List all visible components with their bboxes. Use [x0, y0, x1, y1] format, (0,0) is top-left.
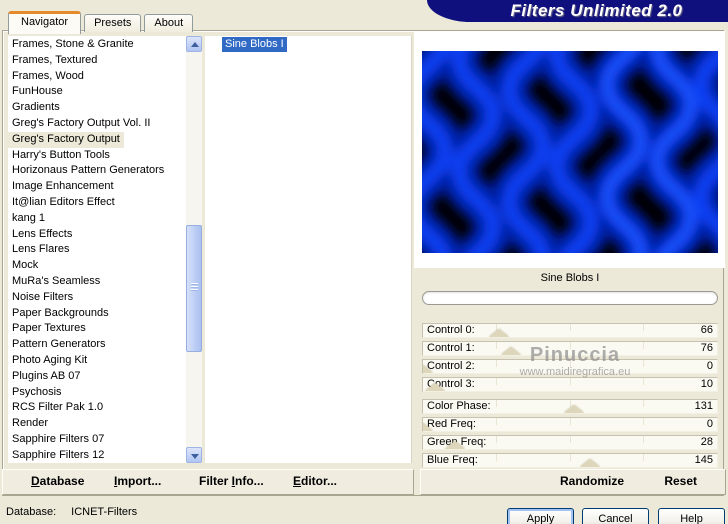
slider-row[interactable]: Color Phase: 131	[422, 399, 718, 414]
list-item[interactable]: Paper Textures	[8, 321, 185, 337]
slider-label: Control 0:	[427, 324, 475, 336]
selected-filter-name: Sine Blobs I	[540, 272, 600, 284]
list-item[interactable]: RCS Filter Pak 1.0	[8, 400, 185, 416]
list-item[interactable]: Harry's Button Tools	[8, 148, 185, 164]
apply-button[interactable]: Apply	[507, 508, 574, 524]
editor-button[interactable]: Editor...	[293, 470, 337, 493]
list-item[interactable]: Frames, Textured	[8, 53, 185, 69]
scroll-up-button[interactable]	[186, 36, 202, 52]
list-item[interactable]: Frames, Stone & Granite	[8, 37, 185, 53]
list-item[interactable]: Sapphire Filters 12	[8, 448, 185, 463]
scroll-down-icon	[191, 454, 199, 459]
list-item[interactable]: Pattern Generators	[8, 337, 185, 353]
slider-thumb[interactable]	[423, 365, 433, 373]
slider-row[interactable]: Green Freq: 28	[422, 435, 718, 450]
progress-bar	[422, 291, 718, 305]
scroll-down-button[interactable]	[186, 447, 202, 463]
status-database-name: ICNET-Filters	[71, 506, 138, 518]
slider-value: 76	[700, 342, 713, 354]
list-item[interactable]: Lens Flares	[8, 242, 185, 258]
list-item[interactable]: Plugins AB 07	[8, 369, 185, 385]
navigator-scrollbar[interactable]	[186, 36, 202, 463]
slider-label: Control 1:	[427, 342, 475, 354]
slider-thumb[interactable]	[424, 383, 445, 391]
list-item[interactable]: Psychosis	[8, 385, 185, 401]
navigator-listbox: Frames, Stone & Granite Frames, Textured F…	[8, 36, 202, 463]
list-item[interactable]: Horizonaus Pattern Generators	[8, 163, 185, 179]
status-label: Database:	[6, 506, 57, 518]
scrollbar-thumb[interactable]	[186, 225, 202, 352]
cancel-button[interactable]: Cancel	[582, 508, 649, 524]
list-item[interactable]: Mock	[8, 258, 185, 274]
filter-info-button[interactable]: Filter Info...	[199, 470, 264, 493]
slider-thumb[interactable]	[564, 405, 585, 413]
slider-row[interactable]: Control 2: 0	[422, 359, 718, 374]
help-button[interactable]: Help	[658, 508, 725, 524]
filter-list-item[interactable]: Sine Blobs I	[222, 37, 287, 52]
slider-row[interactable]: Control 1: 76	[422, 341, 718, 356]
tab-bar: Navigator Presets About	[8, 11, 194, 34]
slider-row[interactable]: Control 0: 66	[422, 323, 718, 338]
tab-about[interactable]: About	[144, 14, 194, 32]
list-item[interactable]: It@lian Editors Effect	[8, 195, 185, 211]
slider-row[interactable]: Blue Freq: 145	[422, 453, 718, 468]
filter-listbox: Sine Blobs I	[205, 36, 412, 463]
list-item[interactable]: Lens Effects	[8, 227, 185, 243]
list-item[interactable]: Frames, Wood	[8, 69, 185, 85]
list-item[interactable]: Render	[8, 416, 185, 432]
import-button[interactable]: Import...	[114, 470, 161, 493]
slider-thumb[interactable]	[445, 441, 466, 449]
list-item[interactable]: Sapphire Filters 07	[8, 432, 185, 448]
slider-value: 66	[700, 324, 713, 336]
tab-navigator[interactable]: Navigator	[8, 11, 82, 34]
list-item[interactable]: Greg's Factory Output	[8, 131, 124, 148]
navigator-item-list: Frames, Stone & Granite Frames, Textured F…	[8, 37, 185, 463]
filter-preview-image[interactable]	[422, 51, 718, 253]
slider-label: Blue Freq:	[427, 454, 478, 466]
app-title: Filters Unlimited 2.0	[510, 1, 683, 20]
list-item[interactable]: Photo Aging Kit	[8, 353, 185, 369]
slider-thumb[interactable]	[489, 329, 510, 337]
status-bar: Database: ICNET-Filters	[6, 504, 137, 520]
slider-value: 0	[706, 418, 713, 430]
slider-thumb[interactable]	[423, 423, 433, 431]
tab-presets[interactable]: Presets	[84, 14, 142, 32]
slider-value: 131	[694, 400, 713, 412]
list-item[interactable]: Gradients	[8, 100, 185, 116]
slider-value: 145	[694, 454, 713, 466]
slider-label: Control 2:	[427, 360, 475, 372]
right-toolbar: Randomize Reset	[420, 469, 726, 495]
list-item[interactable]: Paper Backgrounds	[8, 306, 185, 322]
list-item[interactable]: FunHouse	[8, 84, 185, 100]
slider-value: 10	[700, 378, 713, 390]
database-button[interactable]: Database	[31, 470, 84, 493]
slider-label: Color Phase:	[427, 400, 491, 412]
title-banner: Filters Unlimited 2.0	[427, 0, 728, 22]
scroll-up-icon	[191, 42, 199, 47]
slider-row[interactable]: Red Freq: 0	[422, 417, 718, 432]
list-item[interactable]: Greg's Factory Output Vol. II	[8, 116, 185, 132]
list-item[interactable]: MuRa's Seamless	[8, 274, 185, 290]
list-item[interactable]: Image Enhancement	[8, 179, 185, 195]
slider-stack: Control 0: 66 Control 1: 76 Control 2: 0 Contr…	[422, 323, 718, 471]
slider-value: 28	[700, 436, 713, 448]
randomize-button[interactable]: Randomize	[560, 470, 624, 493]
slider-thumb[interactable]	[500, 347, 521, 355]
filters-unlimited-dialog: Filters Unlimited 2.0 Navigator Presets …	[0, 0, 728, 524]
slider-label: Red Freq:	[427, 418, 476, 430]
reset-button[interactable]: Reset	[664, 470, 697, 493]
slider-value: 0	[706, 360, 713, 372]
slider-row[interactable]: Control 3: 10	[422, 377, 718, 392]
list-item[interactable]: kang 1	[8, 211, 185, 227]
list-item[interactable]: Noise Filters	[8, 290, 185, 306]
left-toolbar: Database Import... Filter Info... Editor…	[2, 469, 414, 495]
slider-thumb[interactable]	[580, 459, 601, 467]
